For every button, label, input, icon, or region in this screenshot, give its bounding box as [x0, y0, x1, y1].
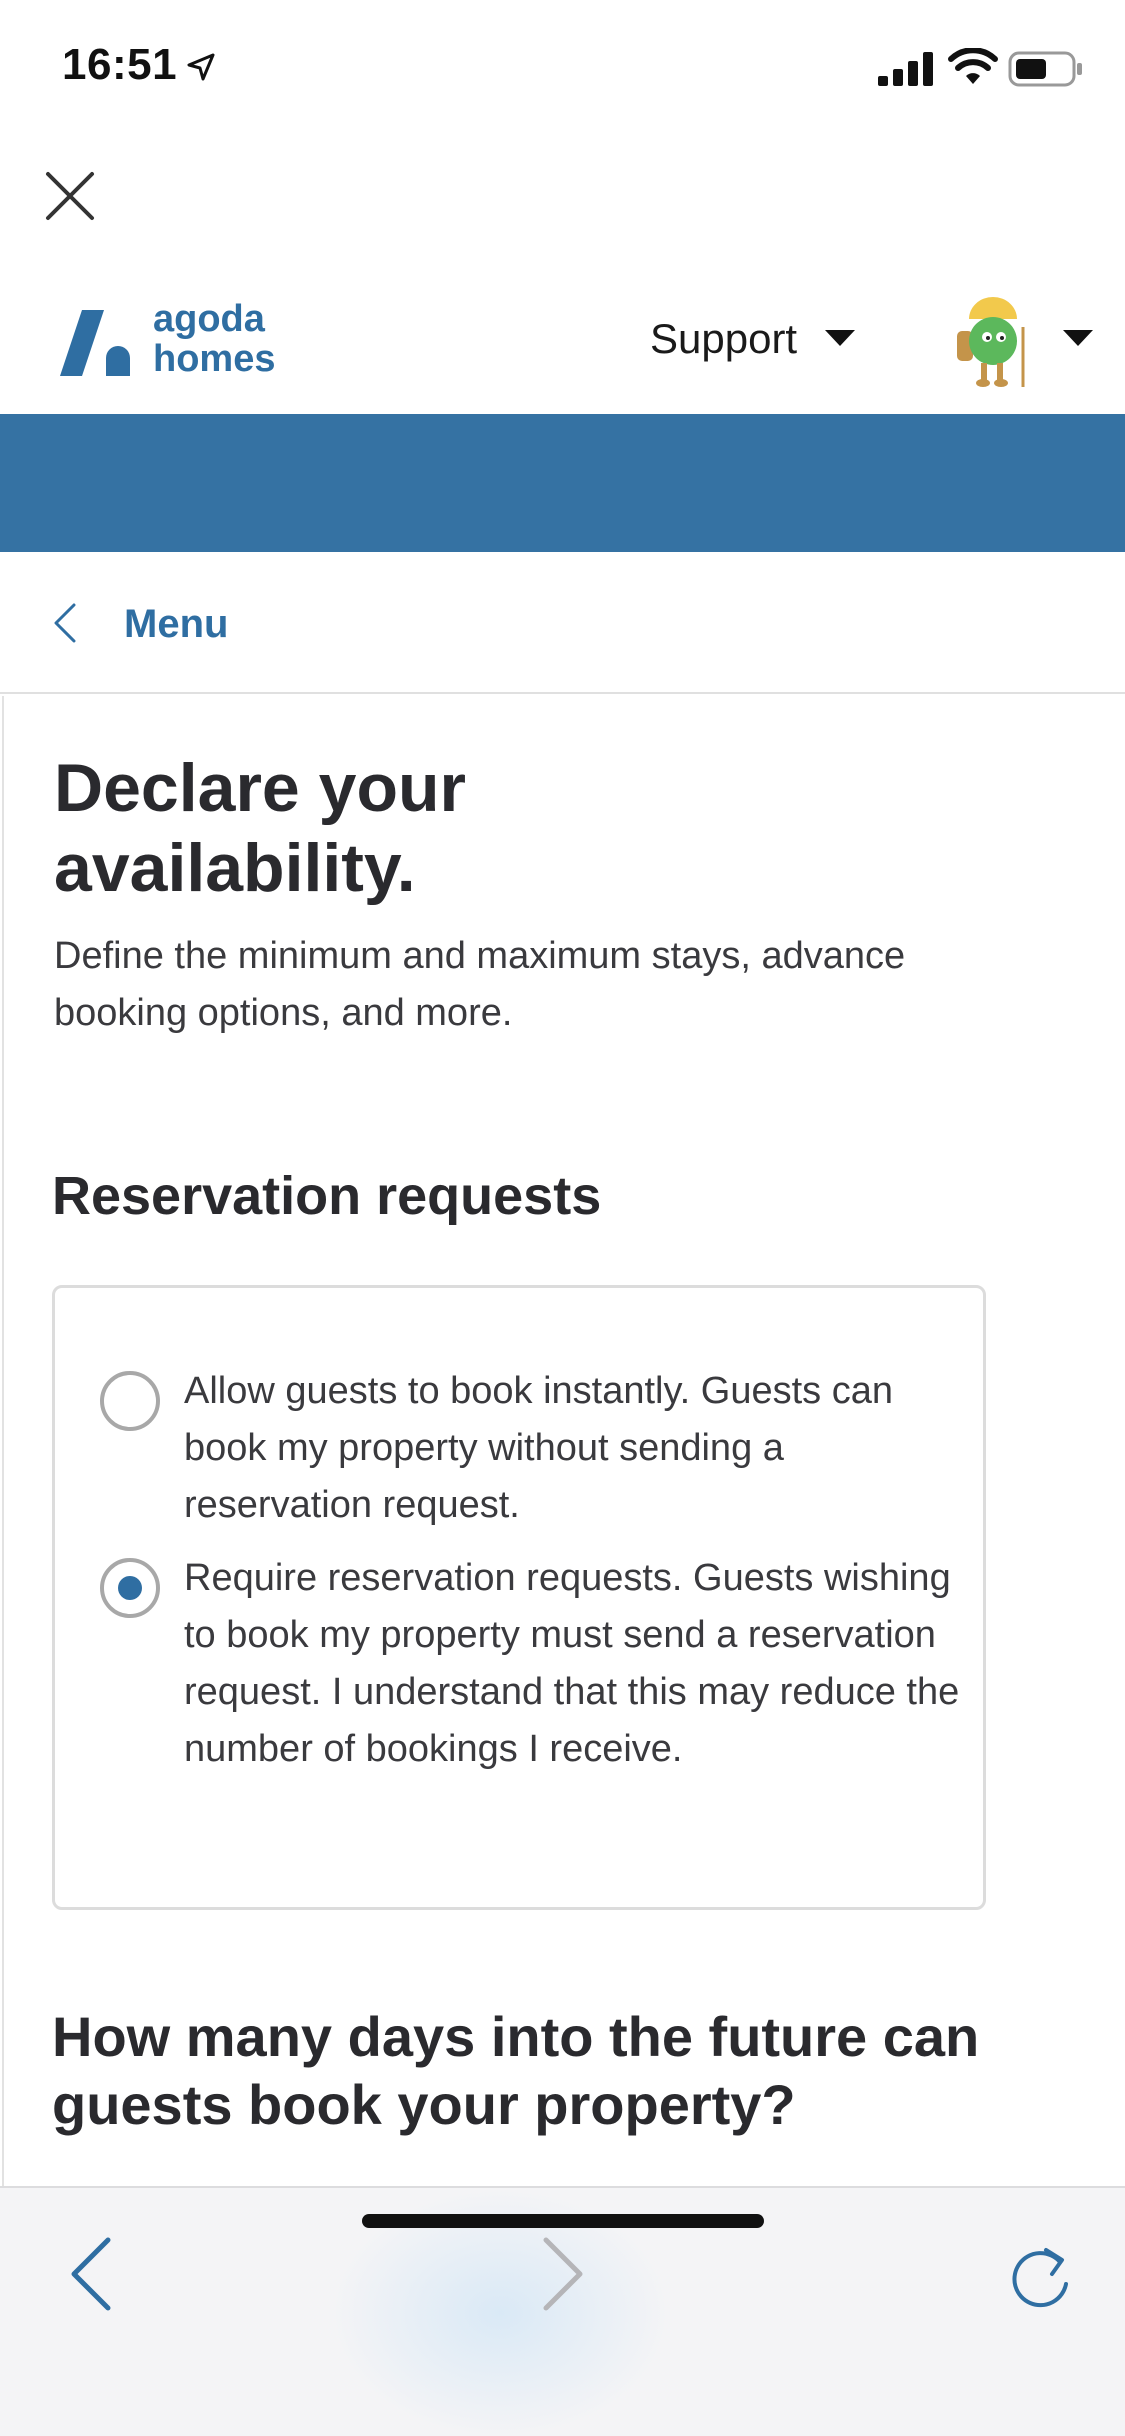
caret-down-icon[interactable] [1063, 330, 1093, 348]
menu-bar[interactable]: Menu [0, 552, 1125, 694]
location-arrow-icon [187, 53, 215, 81]
battery-icon [1008, 51, 1082, 87]
reload-icon[interactable] [1008, 2234, 1078, 2314]
status-time: 16:51 [62, 40, 178, 89]
advance-booking-heading: How many days into the future can guests… [52, 2005, 980, 2136]
site-header: agoda homes Support [0, 285, 1125, 415]
status-bar: 16:51 [0, 0, 1125, 135]
page-description: Define the minimum and maximum stays, ad… [54, 935, 906, 1034]
back-arrow-icon[interactable] [68, 2234, 114, 2314]
logo-text[interactable]: agoda homes [153, 299, 275, 379]
home-indicator[interactable] [362, 2214, 764, 2228]
menu-link[interactable]: Menu [124, 602, 228, 647]
caret-down-icon[interactable] [825, 330, 855, 348]
wifi-icon [948, 48, 998, 84]
radio-require-requests[interactable] [100, 1558, 160, 1618]
forward-arrow-icon[interactable] [540, 2234, 586, 2314]
option-label: Allow guests to book instantly. Guests c… [184, 1370, 893, 1526]
option-instant-booking[interactable]: Allow guests to book instantly. Guests c… [100, 1363, 960, 1538]
avatar[interactable] [955, 297, 1039, 389]
page-title: Declare your availability. [54, 750, 466, 906]
chevron-left-icon[interactable] [52, 602, 78, 644]
option-require-requests[interactable]: Require reservation requests. Guests wis… [100, 1550, 960, 1840]
logo-line-agoda: agoda [153, 298, 265, 340]
radio-instant-booking[interactable] [100, 1371, 160, 1431]
cellular-signal-icon [878, 52, 933, 86]
option-label: Require reservation requests. Guests wis… [184, 1557, 960, 1770]
reservation-requests-heading: Reservation requests [52, 1166, 602, 1226]
agoda-homes-logo-icon[interactable] [60, 310, 138, 380]
divider [2, 696, 4, 2186]
support-menu[interactable]: Support [650, 315, 797, 363]
logo-line-homes: homes [153, 338, 276, 380]
header-banner [0, 414, 1125, 552]
reservation-options-card: Allow guests to book instantly. Guests c… [52, 1285, 986, 1910]
close-icon[interactable] [44, 170, 96, 222]
